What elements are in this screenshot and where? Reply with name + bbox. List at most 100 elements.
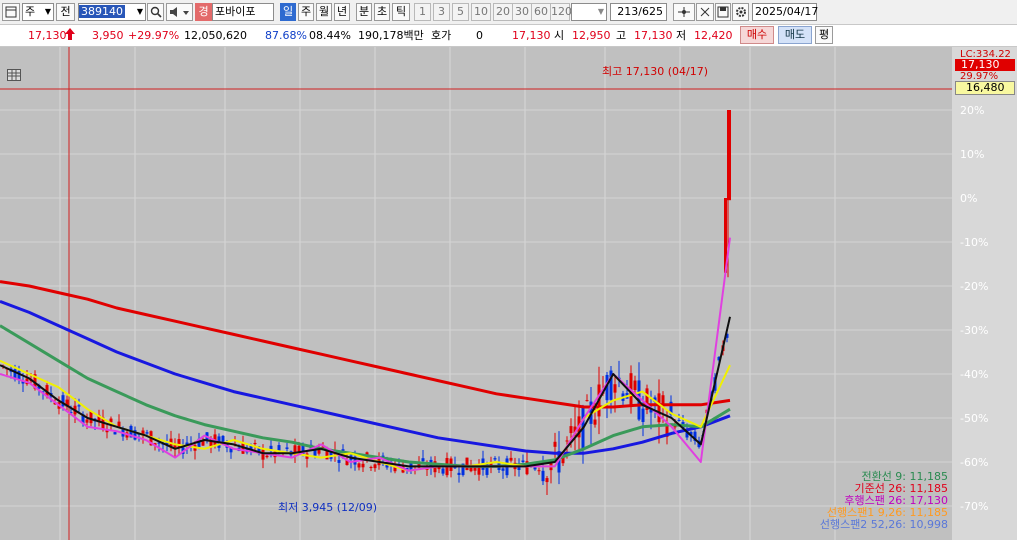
buy-button[interactable]: 매수 [740,26,774,44]
candle-body [613,384,617,393]
stock-code-input[interactable]: 389140 ▼ [78,3,146,21]
current-price: 17,130 [28,29,67,42]
candle-body [373,464,377,469]
stock-code-value: 389140 [79,5,125,18]
date-field[interactable]: 2025/04/17 [752,3,818,21]
candle-body [657,393,661,423]
tab-month[interactable]: 월 [316,3,332,21]
tab-second[interactable]: 초 [374,3,390,21]
candle-body [261,449,265,460]
low-label: 저 [676,29,687,42]
candle-body [465,457,469,471]
candle-body [285,447,289,449]
candle-body [441,468,445,474]
candle-body [369,466,373,469]
crosshair-icon[interactable] [673,3,695,21]
interval-input[interactable]: ▼ [571,3,607,21]
interval-20[interactable]: 20 [493,3,513,21]
chevron-down-icon: ▼ [136,7,143,16]
open-label: 시 [554,29,565,42]
candle-body [641,408,645,423]
candle-body [253,442,257,445]
up-arrow-icon [65,28,75,44]
turnover-rate: 08.44% [309,29,351,42]
candle-body [553,441,557,447]
candle-body [493,458,497,460]
speaker-icon[interactable] [166,3,193,21]
interval-3[interactable]: 3 [433,3,450,21]
trade-volume: 12,050,620 [184,29,247,42]
candle-body [521,460,525,463]
low-price: 12,420 [694,29,733,42]
chevron-down-icon: ▼ [597,7,604,16]
gear-icon[interactable] [732,3,749,21]
candle-body [313,450,317,456]
candle-body [569,426,573,434]
interval-120[interactable]: 120 [550,3,572,21]
y-tick-label: -70% [960,500,988,513]
hoga-price: 17,130 [512,29,551,42]
high-price: 17,130 [634,29,673,42]
candle-body [677,419,681,421]
y-tick-label: -30% [960,324,988,337]
indicator-legend: 전환선 9: 11,185 기준선 26: 11,185 후행스팬 26: 17… [790,471,948,531]
chart-type-select[interactable]: 주 ▼ [22,3,54,21]
price-change-pct: +29.97% [128,29,180,42]
grid-toggle-icon[interactable] [7,69,21,81]
interval-30[interactable]: 30 [512,3,532,21]
window-icon[interactable] [2,3,20,21]
search-icon[interactable] [147,3,164,21]
y-tick-label: 0% [960,192,977,205]
stock-name-field: 포바이포 [212,3,274,21]
candle-body [77,405,81,407]
tab-year[interactable]: 년 [334,3,350,21]
quote-bar: 17,130 3,950 +29.97% 12,050,620 87.68% 0… [0,25,1017,47]
y-tick-label: -60% [960,456,988,469]
scissors-icon[interactable] [696,3,714,21]
high-annotation: 최고 17,130 (04/17) [602,65,709,78]
price-change: 3,950 [92,29,124,42]
tab-tick[interactable]: 틱 [392,3,410,21]
main-toolbar: 주 ▼ 전 389140 ▼ 경 포바이포 일 주 월 년 분 초 틱 1 3 … [0,0,1017,25]
avg-button[interactable]: 평 [815,26,833,44]
chart-type-label: 주 [25,5,36,18]
high-label: 고 [616,29,627,42]
y-tick-label: -10% [960,236,988,249]
candle-body [457,472,461,475]
y-tick-label: 20% [960,104,984,117]
chart-canvas: 20% 10% 0% -10% -20% -30% -40% -50% -60% -70% [0,47,1017,540]
warning-badge: 경 [195,3,212,21]
y-tick-label: -20% [960,280,988,293]
candle-body [265,455,269,458]
candle-body [117,421,121,427]
candle-body [501,468,505,471]
candle-body [537,470,541,472]
low-annotation: 최저 3,945 (12/09) [278,501,378,514]
tab-week[interactable]: 주 [298,3,314,21]
sell-button[interactable]: 매도 [778,26,812,44]
interval-5[interactable]: 5 [452,3,469,21]
interval-60[interactable]: 60 [531,3,551,21]
candle-body [325,450,329,460]
candle-body [357,463,361,468]
candle-body [585,400,589,402]
candle-body [145,432,149,434]
y-tick-label: -40% [960,368,988,381]
tab-minute[interactable]: 분 [356,3,372,21]
save-icon[interactable] [715,3,731,21]
candle-body [85,419,89,423]
chevron-down-icon: ▼ [44,7,51,16]
legend-item: 선행스팬2 52,26: 10,998 [819,518,948,531]
candle-body [593,419,597,425]
open-price: 12,950 [572,29,611,42]
candle-body [221,435,225,442]
jeon-button[interactable]: 전 [56,3,75,21]
tab-day[interactable]: 일 [280,3,296,21]
price-chart[interactable]: 20% 10% 0% -10% -20% -30% -40% -50% -60% -70% 최고 … [0,47,1017,540]
candle-body [509,457,513,461]
interval-1[interactable]: 1 [414,3,431,21]
hoga-value: 0 [476,29,483,42]
candle-body [485,462,489,475]
data-count-field[interactable]: 213/625 [610,3,667,21]
interval-10[interactable]: 10 [471,3,491,21]
